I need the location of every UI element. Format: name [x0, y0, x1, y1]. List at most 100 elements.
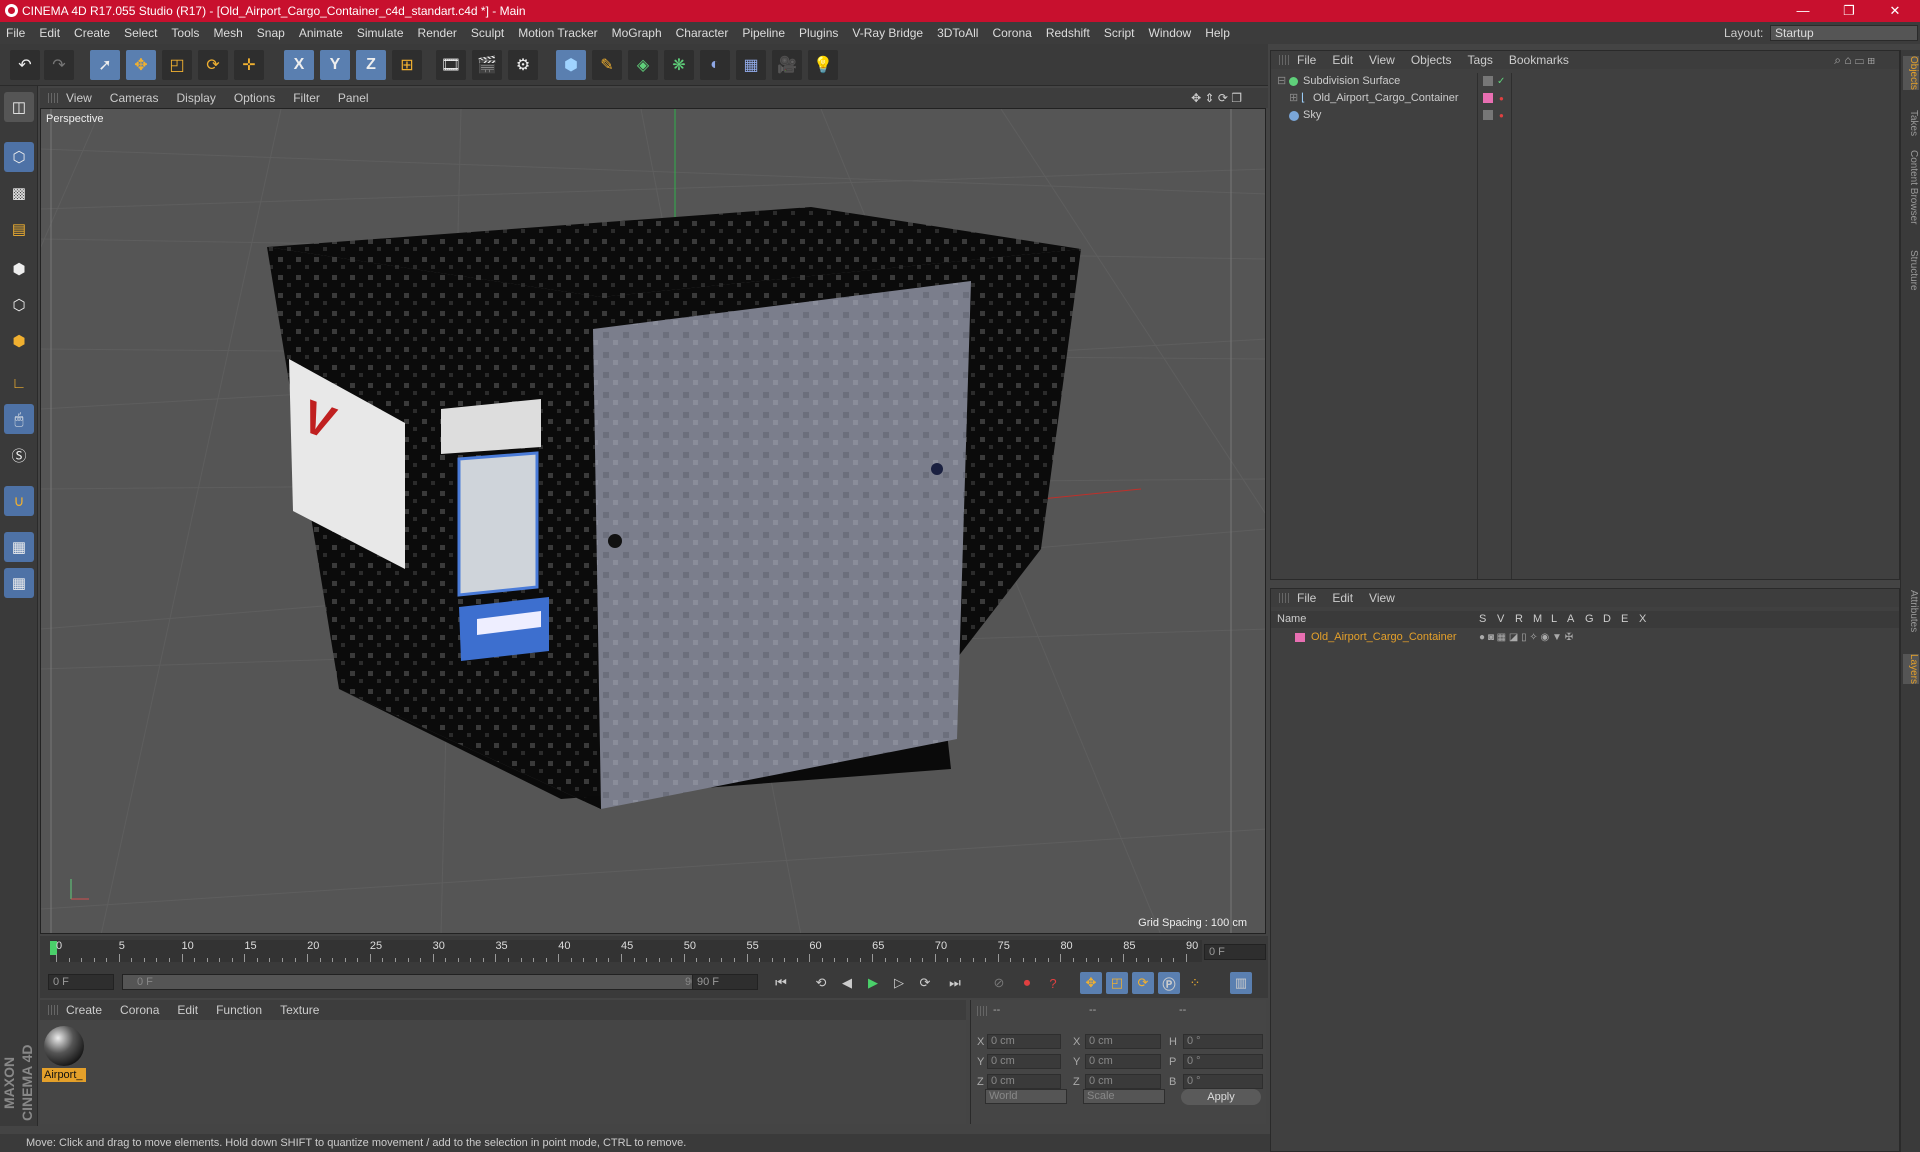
objects-menu-file[interactable]: File	[1297, 51, 1316, 69]
size-x-input[interactable]: 0 cm	[1085, 1034, 1161, 1049]
material-menu-corona[interactable]: Corona	[120, 1000, 159, 1020]
menu-mograph[interactable]: MoGraph	[612, 22, 662, 44]
object-name[interactable]: Sky	[1303, 107, 1321, 124]
edit-render-settings-icon[interactable]: ⚙	[508, 50, 538, 80]
minimize-button[interactable]: —	[1780, 0, 1826, 22]
layout-select[interactable]: Startup	[1770, 25, 1918, 41]
menu-file[interactable]: File	[6, 22, 25, 44]
play-icon[interactable]: ▶	[862, 972, 884, 994]
z-axis-lock-button[interactable]: Z	[356, 50, 386, 80]
tab-objects[interactable]: Objects	[1903, 56, 1919, 90]
material-menu-texture[interactable]: Texture	[280, 1000, 319, 1020]
point-level-animation-icon[interactable]: ⁘	[1184, 972, 1206, 994]
menu-plugins[interactable]: Plugins	[799, 22, 838, 44]
viewport-menu-options[interactable]: Options	[234, 88, 275, 108]
menu-edit[interactable]: Edit	[39, 22, 60, 44]
floor-icon[interactable]: ▦	[736, 50, 766, 80]
coordinate-system-icon[interactable]: ⊞	[392, 50, 422, 80]
layers-menu-edit[interactable]: Edit	[1332, 589, 1353, 607]
viewport-menu-view[interactable]: View	[66, 88, 92, 108]
layers-menu-file[interactable]: File	[1297, 589, 1316, 607]
viewport-menu-panel[interactable]: Panel	[338, 88, 369, 108]
menu-animate[interactable]: Animate	[299, 22, 343, 44]
rotation-b-input[interactable]: 0 °	[1183, 1074, 1263, 1089]
material-menu-function[interactable]: Function	[216, 1000, 262, 1020]
menu-corona[interactable]: Corona	[992, 22, 1031, 44]
restore-button[interactable]: ❐	[1826, 0, 1872, 22]
tab-content-browser[interactable]: Content Browser	[1903, 150, 1919, 224]
auto-keying-icon[interactable]: ⏺	[1016, 972, 1038, 994]
timeline-window-icon[interactable]: ▥	[1230, 972, 1252, 994]
go-to-end-icon[interactable]: ⏭	[944, 972, 966, 994]
keyframe-selection-icon[interactable]: ?	[1042, 972, 1064, 994]
start-frame-field[interactable]: 0 F	[48, 974, 114, 990]
y-axis-lock-button[interactable]: Y	[320, 50, 350, 80]
parameter-key-icon[interactable]: Ⓟ	[1158, 972, 1180, 994]
viewport-menu-filter[interactable]: Filter	[293, 88, 320, 108]
menu-tools[interactable]: Tools	[171, 22, 199, 44]
deformer-icon[interactable]: ◐	[700, 50, 730, 80]
subdivision-surface-icon[interactable]: ◈	[628, 50, 658, 80]
layer-row[interactable]: Old_Airport_Cargo_Container ● ◙ ▦ ◪ ▯ ✧ …	[1271, 629, 1899, 646]
position-key-icon[interactable]: ✥	[1080, 972, 1102, 994]
move-tool-icon[interactable]: ✥	[126, 50, 156, 80]
end-frame-field[interactable]: 90 F	[692, 974, 758, 990]
object-row-subdivision-surface[interactable]: ⊟ Subdivision Surface ✓	[1271, 73, 1899, 90]
menu-sculpt[interactable]: Sculpt	[471, 22, 504, 44]
tree-expand-icon[interactable]: ⊞	[1289, 90, 1298, 107]
menu-select[interactable]: Select	[124, 22, 157, 44]
camera-icon[interactable]: 🎥	[772, 50, 802, 80]
objects-menu-edit[interactable]: Edit	[1332, 51, 1353, 69]
material-menu-edit[interactable]: Edit	[177, 1000, 198, 1020]
enabled-check-icon[interactable]: ✓	[1497, 73, 1505, 90]
rotation-p-input[interactable]: 0 °	[1183, 1054, 1263, 1069]
objects-menu-tags[interactable]: Tags	[1468, 51, 1493, 69]
menu-motion-tracker[interactable]: Motion Tracker	[518, 22, 597, 44]
previous-frame-icon[interactable]: ◀	[836, 972, 858, 994]
viewport-menu-display[interactable]: Display	[176, 88, 215, 108]
position-y-input[interactable]: 0 cm	[987, 1054, 1061, 1069]
cube-primitive-icon[interactable]: ⬢	[556, 50, 586, 80]
preview-range-slider[interactable]: 0 F 90 F	[122, 974, 722, 990]
menu-pipeline[interactable]: Pipeline	[742, 22, 785, 44]
render-view-icon[interactable]: 🎞	[436, 50, 466, 80]
object-row-sky[interactable]: Sky ●	[1271, 107, 1899, 124]
rotate-tool-icon[interactable]: ⟳	[198, 50, 228, 80]
rotation-h-input[interactable]: 0 °	[1183, 1034, 1263, 1049]
tab-layers[interactable]: Layers	[1903, 654, 1919, 685]
menu-render[interactable]: Render	[418, 22, 457, 44]
rotation-key-icon[interactable]: ⟳	[1132, 972, 1154, 994]
tree-collapse-icon[interactable]: ⊟	[1277, 73, 1286, 90]
timeline-ruler[interactable]: 0 5 10 15 20 25 30 35 40 45 50 55 60 65 70 75 80 85 90 0 F	[40, 936, 1268, 968]
layer-tag-icon[interactable]	[1483, 110, 1493, 120]
scale-mode-select[interactable]: Scale	[1083, 1089, 1165, 1104]
record-keys-icon[interactable]: ⊘	[988, 972, 1010, 994]
current-frame-field[interactable]: 0 F	[1204, 944, 1266, 960]
edges-mode-icon[interactable]: ⬡	[4, 290, 34, 320]
material-menu-create[interactable]: Create	[66, 1000, 102, 1020]
menu-create[interactable]: Create	[74, 22, 110, 44]
tweak-mode-icon[interactable]: 🖱	[4, 404, 34, 434]
workplane-mode-icon[interactable]: ▤	[4, 214, 34, 244]
viewport-menu-cameras[interactable]: Cameras	[110, 88, 159, 108]
spline-pen-icon[interactable]: ✎	[592, 50, 622, 80]
tab-attributes[interactable]: Attributes	[1903, 590, 1919, 632]
cloner-icon[interactable]: ❋	[664, 50, 694, 80]
layer-name[interactable]: Old_Airport_Cargo_Container	[1311, 629, 1457, 646]
snapping-icon[interactable]: Ⓢ	[4, 440, 34, 470]
transform-tool-icon[interactable]: ✛	[234, 50, 264, 80]
coordinate-system-select[interactable]: World	[985, 1089, 1067, 1104]
render-to-picture-viewer-icon[interactable]: 🎬	[472, 50, 502, 80]
model-mode-icon[interactable]: ⬡	[4, 142, 34, 172]
material-name-label[interactable]: Airport_	[42, 1068, 86, 1082]
menu-redshift[interactable]: Redshift	[1046, 22, 1090, 44]
layer-tag-icon[interactable]	[1483, 76, 1493, 86]
light-icon[interactable]: 💡	[808, 50, 838, 80]
next-key-icon[interactable]: ⟳	[914, 972, 936, 994]
live-selection-icon[interactable]: ➚	[90, 50, 120, 80]
previous-key-icon[interactable]: ⟲	[810, 972, 832, 994]
polygons-mode-icon[interactable]: ⬢	[4, 326, 34, 356]
layer-color-swatch[interactable]	[1295, 633, 1305, 642]
x-axis-lock-button[interactable]: X	[284, 50, 314, 80]
texture-mode-icon[interactable]: ▩	[4, 178, 34, 208]
